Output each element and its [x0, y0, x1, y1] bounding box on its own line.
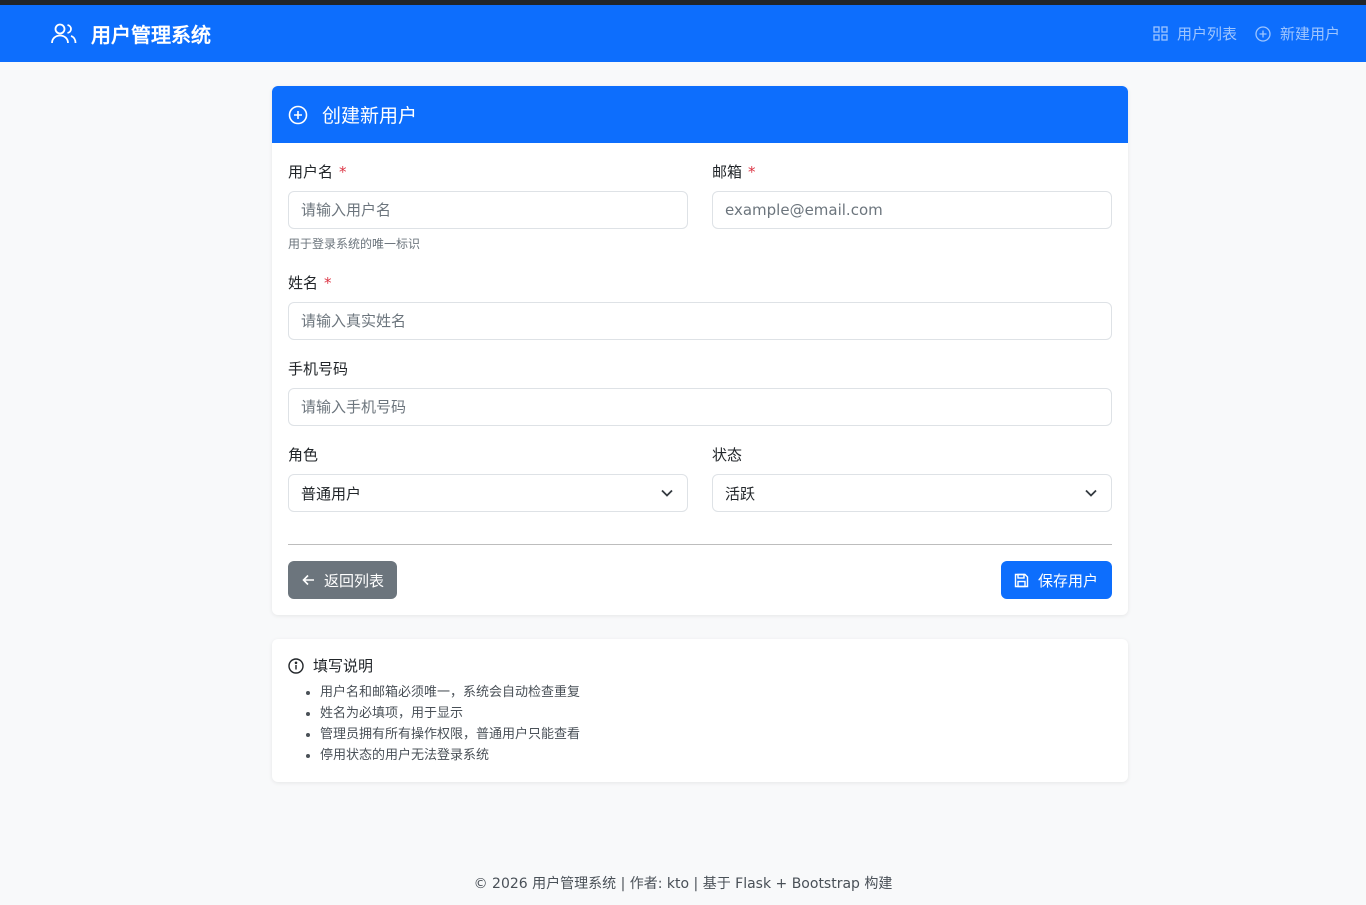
- fullname-label: 姓名 *: [288, 272, 332, 293]
- info-circle-icon: [288, 657, 304, 674]
- username-label-text: 用户名: [288, 163, 334, 181]
- required-mark: *: [339, 163, 347, 181]
- info-title-text: 填写说明: [313, 657, 374, 675]
- username-input[interactable]: [288, 191, 688, 229]
- status-label: 状态: [712, 446, 743, 464]
- create-user-card: 创建新用户 用户名 * 用于登录系统的唯一标识 邮箱 * 姓名 * 手机号码 角色 普…: [272, 86, 1128, 615]
- list-item: 用户名和邮箱必须唯一，系统会自动检查重复: [320, 682, 1112, 703]
- list-item: 停用状态的用户无法登录系统: [320, 745, 1112, 766]
- grid-icon: [1153, 26, 1168, 41]
- back-to-list-button[interactable]: 返回列表: [288, 561, 398, 599]
- list-item: 姓名为必填项，用于显示: [320, 703, 1112, 724]
- email-input[interactable]: [712, 191, 1112, 229]
- phone-input[interactable]: [288, 388, 1112, 426]
- footer: © 2026 用户管理系统 | 作者: kto | 基于 Flask + Boo…: [473, 876, 893, 892]
- email-label-text: 邮箱: [712, 163, 743, 181]
- email-label: 邮箱 *: [712, 161, 756, 182]
- status-select[interactable]: 活跃: [712, 474, 1112, 512]
- save-icon: [1014, 573, 1029, 587]
- arrow-left-icon: [302, 574, 314, 586]
- info-title: 填写说明: [288, 655, 1112, 676]
- form-body: 用户名 * 用于登录系统的唯一标识 邮箱 * 姓名 * 手机号码 角色 普通用户 状态…: [272, 143, 1128, 599]
- nav-links: 用户列表 新建用户: [1135, 23, 1340, 44]
- phone-label: 手机号码: [288, 360, 349, 378]
- plus-circle-icon: [288, 105, 308, 124]
- role-select-value: 普通用户: [301, 484, 362, 503]
- required-mark: *: [748, 163, 756, 181]
- nav-user-list-label: 用户列表: [1176, 25, 1237, 43]
- save-button-label: 保存用户: [1037, 571, 1098, 590]
- list-item: 管理员拥有所有操作权限，普通用户只能查看: [320, 724, 1112, 745]
- required-mark: *: [324, 274, 332, 292]
- info-card: 填写说明 用户名和邮箱必须唯一，系统会自动检查重复 姓名为必填项，用于显示 管理…: [272, 639, 1128, 782]
- status-select-value: 活跃: [725, 484, 756, 503]
- info-list: 用户名和邮箱必须唯一，系统会自动检查重复 姓名为必填项，用于显示 管理员拥有所有…: [288, 682, 1112, 766]
- fullname-input[interactable]: [288, 302, 1112, 340]
- card-title: 创建新用户: [322, 105, 418, 127]
- navbar: 用户管理系统 用户列表 新建用户: [0, 5, 1366, 62]
- users-icon: [51, 23, 77, 43]
- nav-new-user[interactable]: 新建用户: [1255, 23, 1340, 44]
- chevron-down-icon: [661, 489, 673, 497]
- nav-new-user-label: 新建用户: [1279, 25, 1340, 43]
- brand[interactable]: 用户管理系统: [51, 19, 211, 48]
- username-label: 用户名 *: [288, 161, 347, 182]
- nav-user-list[interactable]: 用户列表: [1153, 23, 1237, 44]
- card-header: 创建新用户: [272, 86, 1128, 143]
- plus-circle-icon: [1255, 25, 1271, 42]
- role-select[interactable]: 普通用户: [288, 474, 688, 512]
- username-help: 用于登录系统的唯一标识: [288, 237, 421, 251]
- chevron-down-icon: [1085, 489, 1097, 497]
- fullname-label-text: 姓名: [288, 274, 319, 292]
- back-button-label: 返回列表: [324, 571, 385, 590]
- brand-title: 用户管理系统: [91, 23, 211, 47]
- divider: [288, 544, 1112, 545]
- save-user-button[interactable]: 保存用户: [1000, 561, 1112, 599]
- role-label: 角色: [288, 446, 319, 464]
